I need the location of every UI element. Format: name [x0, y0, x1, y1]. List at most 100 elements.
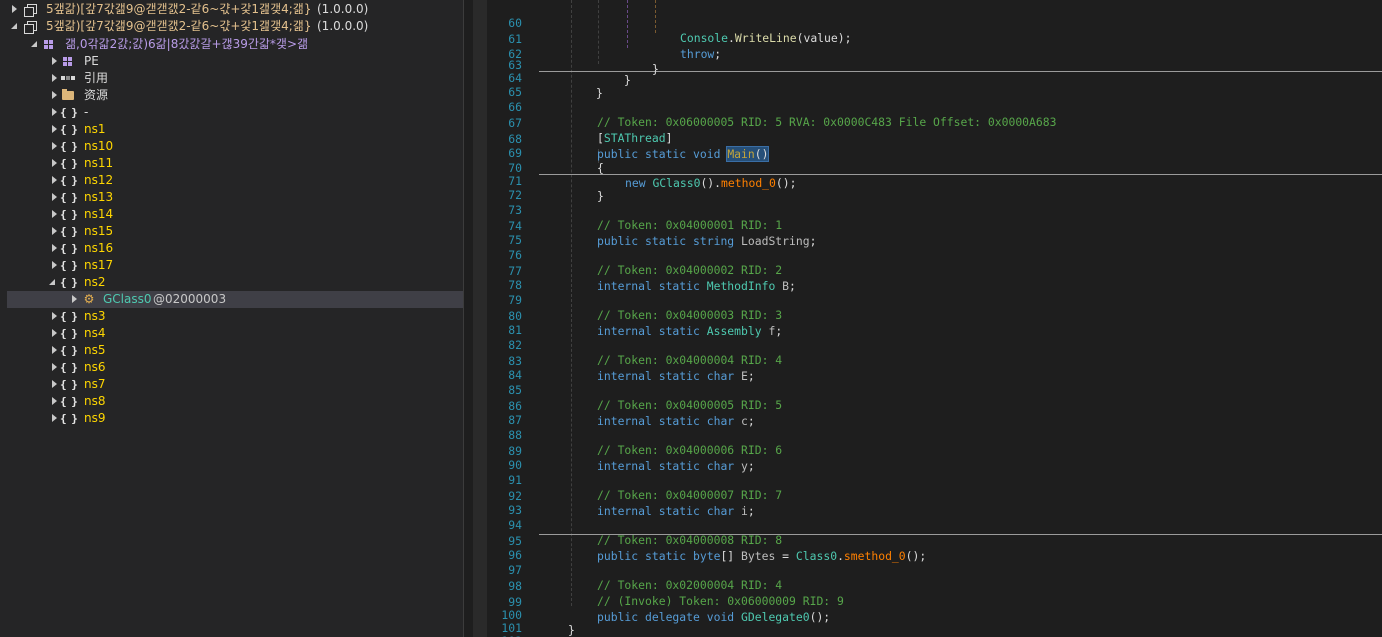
tree-node-namespace[interactable]: { } ns11	[0, 155, 463, 172]
namespace-icon: { }	[60, 395, 78, 408]
code-line: 69 {	[487, 131, 1382, 175]
tree-node-namespace[interactable]: { } ns7	[0, 376, 463, 393]
expand-arrow-icon[interactable]	[50, 138, 60, 155]
tree-node-class-gclass0[interactable]: ⚙ GClass0 @02000003	[7, 291, 463, 308]
expand-arrow-icon[interactable]	[50, 240, 60, 257]
tree-node-namespace[interactable]: { } ns1	[0, 121, 463, 138]
code-line: 66 // Token: 0x06000005 RID: 5 RVA: 0x00…	[487, 85, 1382, 129]
namespace-icon: { }	[60, 174, 78, 187]
code-line: 93	[487, 488, 1382, 517]
namespace-icon: { }	[60, 191, 78, 204]
expand-arrow-icon[interactable]	[50, 325, 60, 342]
namespace-label: ns12	[84, 173, 114, 187]
tree-node-namespace[interactable]: { } ns5	[0, 342, 463, 359]
namespace-label: -	[84, 105, 89, 119]
code-line: 71 }	[487, 159, 1382, 203]
namespace-icon: { }	[60, 310, 78, 323]
class-icon: ⚙	[83, 292, 95, 306]
code-line: 81	[487, 308, 1382, 337]
code-line: 76 // Token: 0x04000002 RID: 2	[487, 233, 1382, 277]
expand-arrow-icon[interactable]	[50, 189, 60, 206]
namespace-label: ns10	[84, 139, 114, 153]
assembly-explorer-tree: 5갶갊)[갚7갃갪9@갣갣갨2-같6~갻+갗1갪갲4;갦} (1.0.0.0) …	[0, 0, 463, 637]
namespace-label: ns2	[84, 275, 106, 289]
class-token: @02000003	[153, 292, 227, 306]
code-line: 67 [STAThread]	[487, 101, 1382, 145]
code-line: 97 // Token: 0x02000004 RID: 4	[487, 548, 1382, 592]
tree-node-namespace[interactable]: { } ns13	[0, 189, 463, 206]
namespace-label: ns7	[84, 377, 106, 391]
tree-node-namespace[interactable]: { } ns10	[0, 138, 463, 155]
expand-arrow-icon[interactable]	[10, 1, 20, 18]
expand-arrow-icon[interactable]	[50, 223, 60, 240]
module-icon	[41, 37, 57, 52]
module-name: 갦,0갂갋2갌;갌)6갊|8갔갌갈+갢39간갋*갲>갦	[65, 37, 309, 51]
tree-node-resources[interactable]: 资源	[0, 87, 463, 104]
code-line: 60 Console.WriteLine(value);	[487, 1, 1382, 45]
code-line: 78	[487, 263, 1382, 292]
code-line: 87	[487, 398, 1382, 427]
namespace-icon: { }	[60, 208, 78, 221]
namespace-icon: { }	[60, 327, 78, 340]
expand-arrow-icon[interactable]	[50, 121, 60, 138]
collapse-arrow-icon[interactable]	[30, 36, 40, 53]
expand-arrow-icon[interactable]	[70, 291, 80, 308]
assembly-name: 5갶갊)[갚7갃갪9@갣갣갨2-같6~갻+갗1갪갲4;갦}	[46, 19, 312, 33]
pe-icon	[60, 54, 76, 69]
tree-node-namespace[interactable]: { } ns15	[0, 223, 463, 240]
expand-arrow-icon[interactable]	[50, 393, 60, 410]
assembly-name: 5갶갊)[갚7갃갪9@갣갣갨2-같6~갻+갗1갪갲4;갦}	[46, 2, 312, 16]
tree-node-namespace[interactable]: { } ns3	[0, 308, 463, 325]
tree-node-namespace[interactable]: { } ns6	[0, 359, 463, 376]
tree-node-assembly-1[interactable]: 5갶갊)[갚7갃갪9@갣갣갨2-같6~갻+갗1갪갲4;갦} (1.0.0.0)	[0, 1, 463, 18]
tree-node-namespace[interactable]: { } ns14	[0, 206, 463, 223]
collapse-arrow-icon[interactable]	[10, 18, 20, 35]
tree-node-namespace[interactable]: { } ns4	[0, 325, 463, 342]
expand-arrow-icon[interactable]	[50, 104, 60, 121]
namespace-label: ns5	[84, 343, 106, 357]
namespace-icon: { }	[60, 140, 78, 153]
expand-arrow-icon[interactable]	[50, 410, 60, 427]
tree-node-namespace[interactable]: { } ns16	[0, 240, 463, 257]
editor-margin	[473, 0, 487, 637]
code-line: 74 public static string LoadString;	[487, 204, 1382, 248]
tree-node-assembly-2[interactable]: 5갶갊)[갚7갃갪9@갣갣갨2-같6~갻+갗1갪갲4;갦} (1.0.0.0)	[0, 18, 463, 35]
folder-icon	[60, 88, 76, 103]
expand-arrow-icon[interactable]	[50, 87, 60, 104]
assembly-version: (1.0.0.0)	[317, 19, 369, 33]
expand-arrow-icon[interactable]	[50, 172, 60, 189]
namespace-icon: { }	[60, 259, 78, 272]
expand-arrow-icon[interactable]	[50, 70, 60, 87]
tree-node-namespace[interactable]: { } ns9	[0, 410, 463, 427]
namespace-label: ns15	[84, 224, 114, 238]
code-line: 92 internal static char i;	[487, 474, 1382, 518]
code-line: 91 // Token: 0x04000007 RID: 7	[487, 458, 1382, 502]
tree-node-namespace[interactable]: { } ns17	[0, 257, 463, 274]
expand-arrow-icon[interactable]	[50, 342, 60, 359]
expand-arrow-icon[interactable]	[50, 155, 60, 172]
expand-arrow-icon[interactable]	[50, 359, 60, 376]
tree-node-namespace-ns2[interactable]: { } ns2	[0, 274, 463, 291]
code-editor[interactable]: 60 Console.WriteLine(value); 61 throw; 6…	[487, 0, 1382, 637]
code-line: 88 // Token: 0x04000006 RID: 6	[487, 413, 1382, 457]
tree-node-namespace[interactable]: { } ns12	[0, 172, 463, 189]
tree-node-namespace-dash[interactable]: { } -	[0, 104, 463, 121]
expand-arrow-icon[interactable]	[50, 206, 60, 223]
tree-node-pe[interactable]: PE	[0, 53, 463, 70]
expand-arrow-icon[interactable]	[50, 308, 60, 325]
assembly-icon	[23, 2, 39, 17]
expand-arrow-icon[interactable]	[50, 376, 60, 393]
references-label: 引用	[84, 71, 109, 85]
tree-node-namespace[interactable]: { } ns8	[0, 393, 463, 410]
tree-node-references[interactable]: 引用	[0, 70, 463, 87]
namespace-icon: { }	[60, 242, 78, 255]
tree-node-module[interactable]: 갦,0갂갋2갌;갌)6갊|8갔갌갈+갢39간갋*갲>갦	[0, 36, 463, 53]
collapse-arrow-icon[interactable]	[48, 274, 58, 291]
code-line: 94 // Token: 0x04000008 RID: 8	[487, 503, 1382, 547]
namespace-icon: { }	[60, 344, 78, 357]
namespace-icon: { }	[60, 378, 78, 391]
expand-arrow-icon[interactable]	[50, 53, 60, 70]
code-line: 79 // Token: 0x04000003 RID: 3	[487, 278, 1382, 322]
code-line: 82 // Token: 0x04000004 RID: 4	[487, 323, 1382, 367]
expand-arrow-icon[interactable]	[50, 257, 60, 274]
